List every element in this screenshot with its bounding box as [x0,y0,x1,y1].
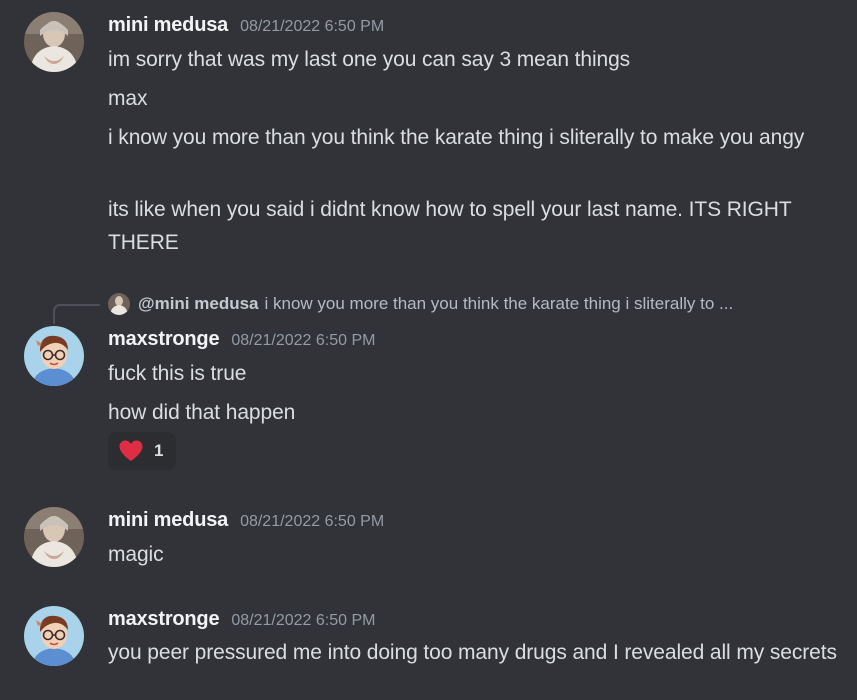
red-heart-icon [119,440,143,461]
avatar[interactable] [24,507,84,567]
photo-avatar-icon [108,293,130,315]
username[interactable]: mini medusa [108,14,228,37]
message-header: mini medusa 08/21/2022 6:50 PM [108,14,384,37]
timestamp[interactable]: 08/21/2022 6:50 PM [240,18,384,36]
timestamp[interactable]: 08/21/2022 6:50 PM [231,612,375,630]
reply-preview[interactable]: i know you more than you think the karat… [265,294,734,314]
message-header: maxstronge 08/21/2022 6:50 PM [108,328,375,351]
reply-mention[interactable]: @mini medusa [138,294,259,314]
reaction-button[interactable]: 1 [108,432,176,470]
message-header: maxstronge 08/21/2022 6:50 PM [108,608,375,631]
username[interactable]: mini medusa [108,509,228,532]
reaction-count: 1 [154,441,164,460]
avatar[interactable] [24,606,84,666]
message-text: you peer pressured me into doing too man… [108,641,837,664]
message-text: im sorry that was my last one you can sa… [108,48,631,71]
message-header: mini medusa 08/21/2022 6:50 PM [108,509,384,532]
avatar[interactable] [24,12,84,72]
cartoon-avatar-icon [24,606,84,666]
message-text: max [108,87,148,110]
message-text: fuck this is true [108,362,247,385]
message-text: i know you more than you think the karat… [108,126,805,149]
avatar[interactable] [24,326,84,386]
reply-reference[interactable]: @mini medusa i know you more than you th… [108,291,733,317]
username[interactable]: maxstronge [108,608,220,631]
timestamp[interactable]: 08/21/2022 6:50 PM [240,513,384,531]
message-text: magic [108,543,164,566]
message-text: how did that happen [108,401,296,424]
cartoon-avatar-icon [24,326,84,386]
photo-avatar-icon [24,12,84,72]
message-text: its like when you said i didnt know how … [108,198,792,254]
reply-avatar [108,293,130,315]
reply-connector [53,304,100,324]
photo-avatar-icon [24,507,84,567]
timestamp[interactable]: 08/21/2022 6:50 PM [231,332,375,350]
username[interactable]: maxstronge [108,328,220,351]
